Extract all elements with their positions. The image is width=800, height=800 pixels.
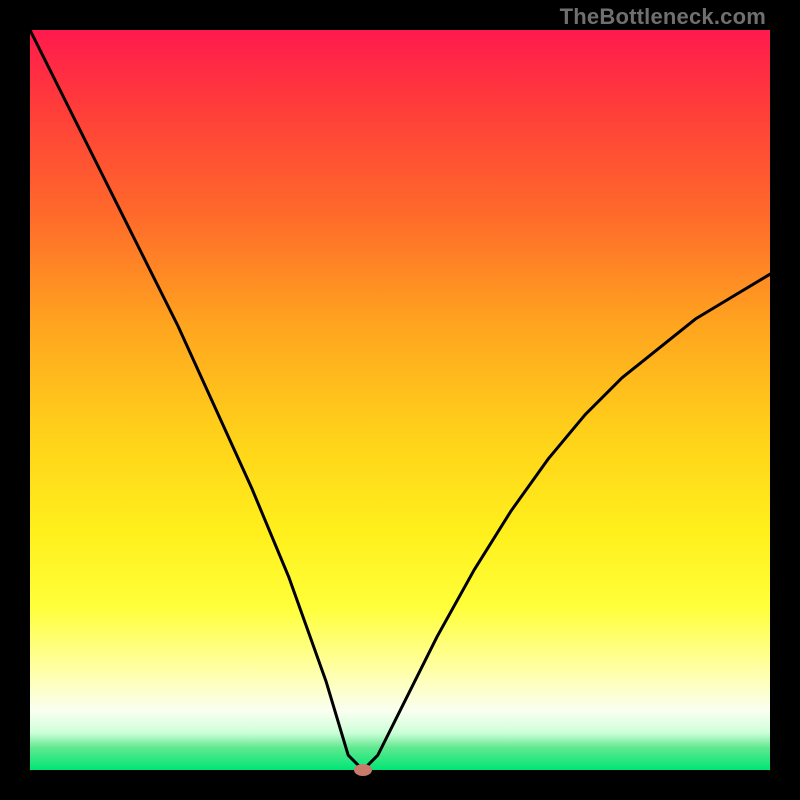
optimum-marker: [354, 764, 372, 776]
watermark-text: TheBottleneck.com: [560, 4, 766, 30]
bottleneck-curve: [30, 30, 770, 770]
chart-frame: TheBottleneck.com: [0, 0, 800, 800]
plot-area: [30, 30, 770, 770]
